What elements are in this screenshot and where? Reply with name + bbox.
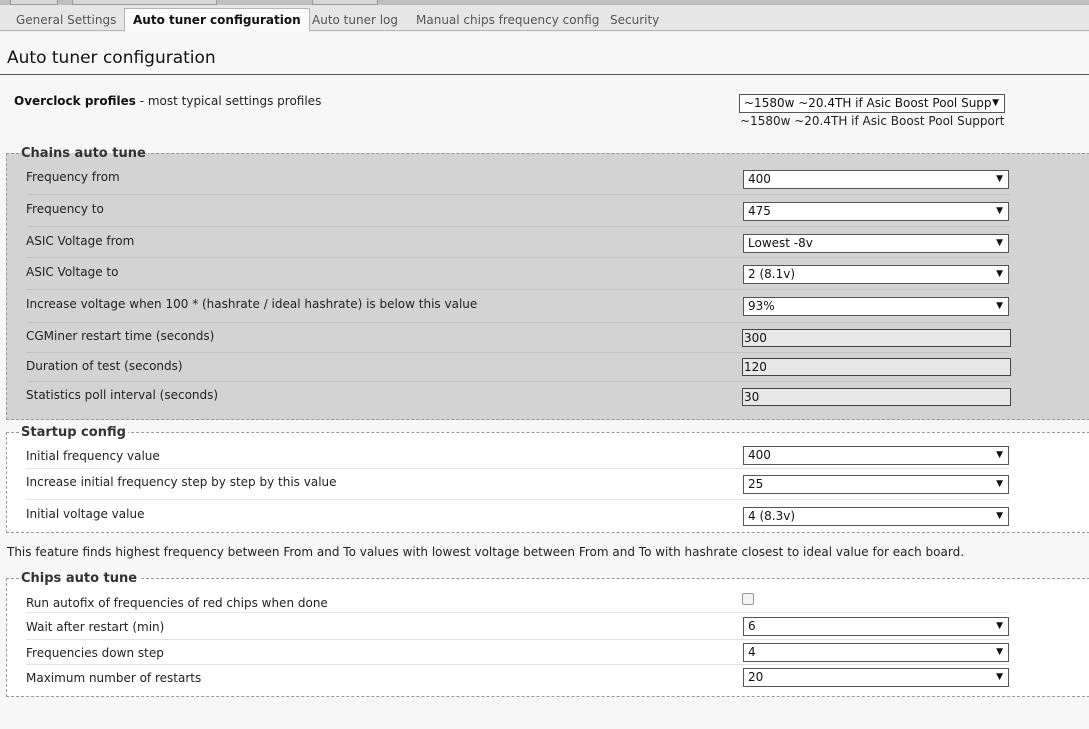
autofix-red-chips-label: Run autofix of frequencies of red chips … <box>26 596 328 610</box>
row-divider <box>26 352 1009 353</box>
chevron-down-icon: ▼ <box>996 511 1003 521</box>
frequencies-down-step-label: Frequencies down step <box>26 646 164 660</box>
main-content: Auto tuner configuration Overclock profi… <box>0 32 1089 729</box>
row-divider <box>26 226 1009 227</box>
initial-voltage-label: Initial voltage value <box>26 507 145 521</box>
frequency-to-label: Frequency to <box>26 202 104 216</box>
chevron-down-icon: ▼ <box>996 672 1003 682</box>
startup-config-legend: Startup config <box>21 425 126 440</box>
frequency-from-select[interactable]: 400 ▼ <box>743 170 1009 189</box>
maximum-restarts-select[interactable]: 20 ▼ <box>743 668 1009 687</box>
chips-auto-tune-legend: Chips auto tune <box>21 571 138 586</box>
overclock-profiles-title: Overclock profiles <box>14 94 136 108</box>
autofix-red-chips-checkbox[interactable] <box>742 593 754 605</box>
chevron-down-icon: ▼ <box>996 479 1003 489</box>
row-divider <box>26 664 1009 665</box>
frequency-step-value: 25 <box>748 477 764 491</box>
overclock-profiles-label: Overclock profiles - most typical settin… <box>14 94 321 108</box>
row-divider <box>26 194 1009 195</box>
wait-after-restart-label: Wait after restart (min) <box>26 620 165 634</box>
increase-voltage-label: Increase voltage when 100 * (hashrate / … <box>26 297 478 311</box>
feature-description: This feature finds highest frequency bet… <box>7 545 965 559</box>
chevron-down-icon: ▼ <box>996 647 1003 657</box>
initial-frequency-value: 400 <box>748 448 771 462</box>
frequency-step-select[interactable]: 25 ▼ <box>743 475 1009 494</box>
initial-frequency-label: Initial frequency value <box>26 449 160 463</box>
row-divider <box>26 639 1009 640</box>
cgminer-restart-time-label: CGMiner restart time (seconds) <box>26 329 215 343</box>
wait-after-restart-value: 6 <box>748 619 756 633</box>
chevron-down-icon: ▼ <box>996 238 1003 248</box>
frequency-step-label: Increase initial frequency step by step … <box>26 475 337 489</box>
overclock-profile-value: ~1580w ~20.4TH if Asic Boost Pool Supp <box>744 96 992 110</box>
overclock-profile-select[interactable]: ~1580w ~20.4TH if Asic Boost Pool Supp ▼ <box>739 94 1005 113</box>
row-divider <box>26 468 1009 469</box>
tab-bar: General Settings Auto tuner configuratio… <box>0 5 1089 32</box>
chevron-down-icon: ▼ <box>996 450 1003 460</box>
test-duration-label: Duration of test (seconds) <box>26 359 183 373</box>
statistics-poll-interval-input[interactable] <box>742 388 1011 406</box>
row-divider <box>26 499 1009 500</box>
chevron-down-icon: ▼ <box>996 206 1003 216</box>
asic-voltage-from-value: Lowest -8v <box>748 236 813 250</box>
frequency-to-select[interactable]: 475 ▼ <box>743 202 1009 221</box>
overclock-profiles-description: - most typical settings profiles <box>135 94 322 108</box>
overclock-profile-summary: ~1580w ~20.4TH if Asic Boost Pool Suppor… <box>740 114 1005 128</box>
statistics-poll-interval-label: Statistics poll interval (seconds) <box>26 388 219 402</box>
tab-security[interactable]: Security <box>610 9 659 31</box>
maximum-restarts-label: Maximum number of restarts <box>26 671 202 685</box>
tab-auto-tuner-configuration[interactable]: Auto tuner configuration <box>124 8 310 32</box>
asic-voltage-to-value: 2 (8.1v) <box>748 267 795 281</box>
initial-voltage-select[interactable]: 4 (8.3v) ▼ <box>743 507 1009 526</box>
frequency-to-value: 475 <box>748 204 771 218</box>
asic-voltage-from-label: ASIC Voltage from <box>26 234 135 248</box>
test-duration-input[interactable] <box>742 358 1011 376</box>
chevron-down-icon: ▼ <box>992 98 999 108</box>
tab-general-settings[interactable]: General Settings <box>16 9 116 31</box>
cgminer-restart-time-input[interactable] <box>742 329 1011 347</box>
row-divider <box>26 612 1009 613</box>
row-divider <box>26 381 1009 382</box>
frequency-from-label: Frequency from <box>26 170 120 184</box>
increase-voltage-value: 93% <box>748 299 775 313</box>
chains-auto-tune-legend: Chains auto tune <box>21 146 146 161</box>
title-divider <box>0 74 1089 75</box>
asic-voltage-to-label: ASIC Voltage to <box>26 265 119 279</box>
maximum-restarts-value: 20 <box>748 670 764 684</box>
page-title: Auto tuner configuration <box>7 48 216 68</box>
row-divider <box>26 289 1009 290</box>
frequency-from-value: 400 <box>748 172 771 186</box>
frequencies-down-step-value: 4 <box>748 645 756 659</box>
row-divider <box>26 257 1009 258</box>
tab-auto-tuner-log[interactable]: Auto tuner log <box>312 9 398 31</box>
initial-voltage-value: 4 (8.3v) <box>748 509 795 523</box>
asic-voltage-from-select[interactable]: Lowest -8v ▼ <box>743 234 1009 253</box>
tab-manual-chips-frequency-config[interactable]: Manual chips frequency config <box>416 9 599 31</box>
initial-frequency-select[interactable]: 400 ▼ <box>743 446 1009 465</box>
chevron-down-icon: ▼ <box>996 301 1003 311</box>
asic-voltage-to-select[interactable]: 2 (8.1v) ▼ <box>743 265 1009 284</box>
wait-after-restart-select[interactable]: 6 ▼ <box>743 617 1009 636</box>
row-divider <box>26 322 1009 323</box>
chevron-down-icon: ▼ <box>996 621 1003 631</box>
increase-voltage-select[interactable]: 93% ▼ <box>743 297 1009 316</box>
chevron-down-icon: ▼ <box>996 174 1003 184</box>
chevron-down-icon: ▼ <box>996 269 1003 279</box>
frequencies-down-step-select[interactable]: 4 ▼ <box>743 643 1009 662</box>
